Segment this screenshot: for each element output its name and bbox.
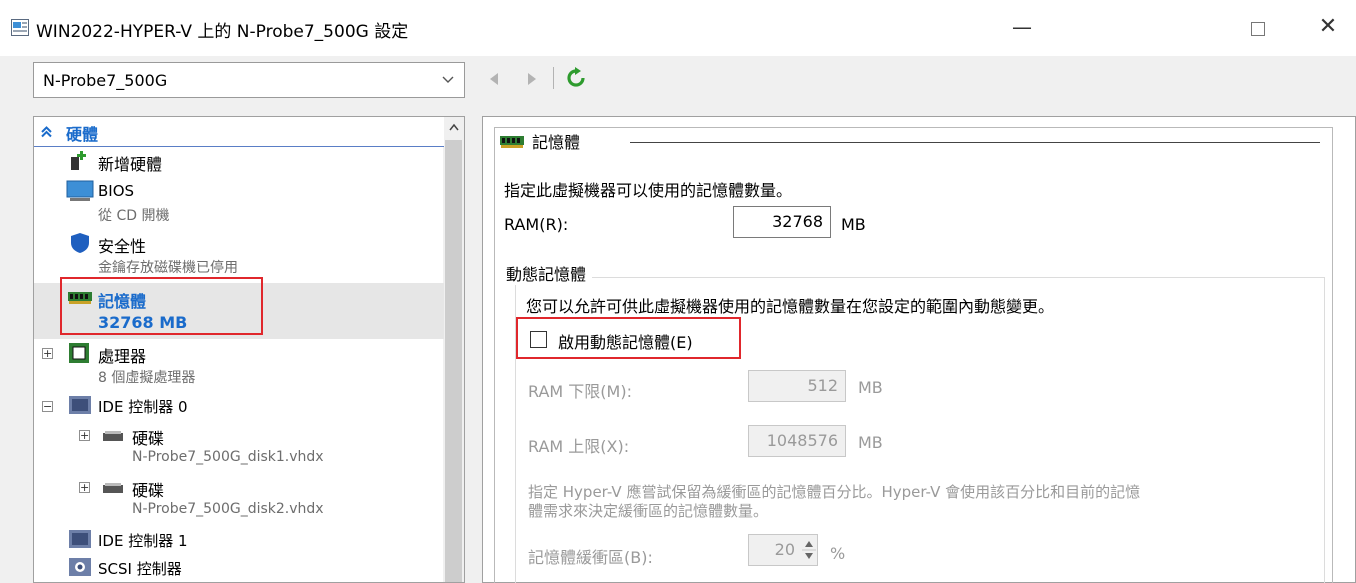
tree-item-sub: N-Probe7_500G_disk1.vhdx [132,449,324,465]
dynamic-memory-group-title: 動態記憶體 [506,261,593,285]
ram-label: RAM(R): [504,215,569,234]
hard-drive-icon [103,483,123,493]
controller-icon [69,530,91,548]
settings-detail-panel: 記憶體 指定此虛擬機器可以使用的記憶體數量。 RAM(R): 32768 MB … [482,116,1356,583]
maximize-icon [1251,21,1265,36]
title-bar: WIN2022-HYPER-V 上的 N-Probe7_500G 設定 — ✕ [0,0,1356,56]
ram-min-label: RAM 下限(M): [528,382,632,401]
ram-max-input[interactable]: 1048576 [748,425,846,457]
dynamic-memory-group: 您可以允許可供此虛擬機器使用的記憶體數量在您設定的範圍內動態變更。 啟用動態記憶… [515,277,1325,583]
tree-item-hard-drive-1[interactable]: + 硬碟 N-Probe7_500G_disk1.vhdx [34,423,444,473]
expand-icon[interactable]: + [79,482,90,493]
highlight-box-memory [60,277,263,335]
tree-item-sub: N-Probe7_500G_disk2.vhdx [132,501,324,517]
tree-scrollbar[interactable] [443,117,464,582]
scsi-controller-icon [69,558,91,576]
settings-app-icon [11,19,29,36]
tree-item-bios[interactable]: BIOS 從 CD 開機 [34,179,444,229]
tree-item-processor[interactable]: + 處理器 8 個虛擬處理器 [34,341,444,391]
tree-item-label: 處理器 [98,347,147,366]
refresh-icon[interactable] [565,67,587,89]
memory-description: 指定此虛擬機器可以使用的記憶體數量。 [504,181,793,200]
tree-item-sub: 8 個虛擬處理器 [98,370,196,386]
ram-max-label: RAM 上限(X): [528,437,630,456]
shield-icon [71,233,89,253]
buffer-description-line2: 體需求來決定緩衝區的記憶體數量。 [528,502,769,520]
tree-item-label: 硬碟 [132,481,165,500]
back-arrow-icon[interactable] [490,73,498,85]
tree-item-scsi-controller[interactable]: SCSI 控制器 [34,555,444,581]
tree-item-ide-controller-0[interactable]: − IDE 控制器 0 [34,393,444,421]
close-button[interactable]: ✕ [1308,10,1348,44]
tree-item-add-hardware[interactable]: 新增硬體 [34,149,444,177]
monitor-icon [66,180,94,201]
tree-header-label: 硬體 [66,125,99,144]
memory-section: 記憶體 指定此虛擬機器可以使用的記憶體數量。 RAM(R): 32768 MB … [494,127,1333,583]
tree-item-label: IDE 控制器 1 [98,532,188,550]
dynamic-memory-description: 您可以允許可供此虛擬機器使用的記憶體數量在您設定的範圍內動態變更。 [526,297,1055,316]
tree-item-sub: 從 CD 開機 [98,208,170,224]
add-hardware-icon [71,151,86,170]
collapse-chevron-icon [41,126,52,138]
tree-item-label: 硬碟 [132,429,165,448]
tree-header-hardware[interactable]: 硬體 [34,117,444,147]
memory-buffer-label: 記憶體緩衝區(B): [528,548,653,567]
ram-max-unit: MB [858,433,883,452]
processor-icon [69,343,89,363]
buffer-description-line1: 指定 Hyper-V 應嘗試保留為緩衝區的記憶體百分比。Hyper-V 會使用該… [528,483,1141,501]
window-title: WIN2022-HYPER-V 上的 N-Probe7_500G 設定 [36,22,409,42]
nav-separator [553,67,554,89]
ram-min-unit: MB [858,378,883,397]
ram-input[interactable]: 32768 [733,206,831,238]
tree-scrollbar-thumb[interactable] [445,140,462,582]
hard-drive-icon [103,431,123,441]
highlight-box-dynamic-memory [516,317,741,359]
tree-item-label: 新增硬體 [98,155,163,174]
vm-selector-dropdown[interactable]: N-Probe7_500G [33,62,465,98]
ram-min-input[interactable]: 512 [748,370,846,402]
tree-item-ide-controller-1[interactable]: IDE 控制器 1 [34,527,444,553]
chevron-down-icon [442,76,454,83]
tree-item-label: SCSI 控制器 [98,560,182,578]
forward-arrow-icon[interactable] [528,73,536,85]
memory-buffer-unit: % [830,544,846,563]
section-divider [630,142,1320,143]
vm-selector-value: N-Probe7_500G [43,71,168,90]
tree-item-label: IDE 控制器 0 [98,398,188,416]
spinner-arrows-icon[interactable] [802,537,816,563]
tree-item-sub: 金鑰存放磁碟機已停用 [98,260,238,276]
scroll-up-arrow-icon[interactable] [449,123,459,131]
section-title: 記憶體 [532,133,581,152]
ram-unit: MB [841,215,866,234]
expand-icon[interactable]: + [79,430,90,441]
maximize-button[interactable] [1238,10,1278,44]
hardware-tree: 硬體 新增硬體 BIOS 從 CD 開機 安全性 金鑰存放磁碟機已停用 記憶體 … [33,116,465,583]
tree-item-label: 安全性 [98,237,147,256]
collapse-icon[interactable]: − [42,401,53,412]
tree-item-security[interactable]: 安全性 金鑰存放磁碟機已停用 [34,231,444,281]
memory-chip-icon [500,136,524,148]
tree-item-hard-drive-2[interactable]: + 硬碟 N-Probe7_500G_disk2.vhdx [34,475,444,525]
expand-icon[interactable]: + [42,348,53,359]
controller-icon [69,396,91,414]
tree-item-label: BIOS [98,182,135,200]
minimize-button[interactable]: — [1002,10,1042,44]
